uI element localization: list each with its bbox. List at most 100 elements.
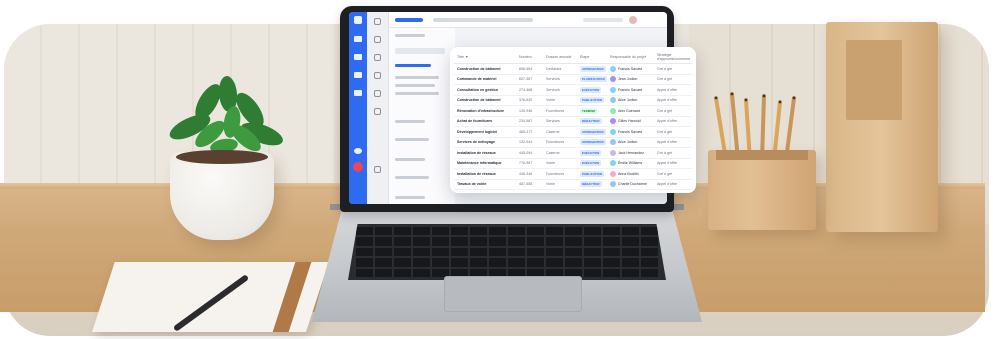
table-row[interactable]: Maintenance informatique 776-987 Voirie EXÉ… [454, 159, 692, 169]
owner-name: Anna Boddin [618, 171, 639, 176]
rail-nav-icon[interactable] [354, 54, 362, 60]
cell-owner: Charlie Ducharme [607, 181, 654, 188]
sidebar-icon[interactable] [374, 90, 381, 97]
cell-owner: Francis Savard [607, 86, 654, 93]
owner-name: Francis Savard [618, 129, 643, 134]
settings-icon[interactable] [354, 148, 362, 154]
keyboard-key [394, 258, 411, 267]
keyboard-key [413, 258, 430, 267]
owner-name: Alice Jodion [618, 140, 638, 145]
status-badge: RÉDACTION [580, 118, 602, 125]
cell-strategy: Appel d'offre [657, 119, 678, 124]
sidebar-icon[interactable] [374, 54, 381, 61]
cell-status: TERMINÉ [577, 107, 607, 114]
keyboard-key [470, 247, 487, 257]
keyboard-key [432, 227, 449, 236]
user-avatar[interactable] [353, 162, 363, 172]
cell-owner: Jean Jodion [607, 76, 654, 83]
panel-item[interactable] [395, 176, 429, 179]
panel-search[interactable] [395, 48, 445, 54]
panel-item[interactable] [395, 196, 425, 199]
pencil-holder-opening [716, 150, 808, 160]
cell-number: 485-377 [519, 129, 533, 134]
avatar [610, 181, 616, 188]
pencil-holder [708, 150, 816, 230]
keyboard-key [622, 227, 639, 236]
panel-item[interactable] [395, 84, 435, 87]
cell-status: PUBLICATION [577, 97, 607, 104]
cell-folder: Fournitures [546, 171, 565, 176]
table-row[interactable]: Travaux de voirie 487-558 Voirie RÉDACTION C… [454, 180, 692, 190]
cell-owner: Francis Savard [607, 65, 654, 72]
keyboard-key [356, 268, 373, 277]
topbar-avatar[interactable] [629, 16, 637, 24]
keyboard-key [622, 237, 639, 246]
table-row[interactable]: Construction de bâtiment 856-564 Déclarant… [454, 64, 692, 75]
table-row[interactable]: Installation de réseaux 445-094 Caserne EXÉ… [454, 148, 692, 159]
cell-owner: Alice Jodion [607, 139, 654, 146]
panel-item[interactable] [395, 92, 439, 95]
panel-item[interactable] [395, 76, 439, 79]
cell-title: Développement logiciel [457, 129, 498, 134]
topbar-search[interactable] [583, 18, 623, 22]
keyboard-key [546, 237, 563, 246]
owner-name: Émilie Williams [618, 161, 643, 166]
cell-number: 376-640 [519, 98, 533, 103]
panel-item[interactable] [395, 138, 429, 141]
keyboard-key [527, 227, 544, 236]
keyboard-key [394, 227, 411, 236]
cell-owner: Anna Boddin [607, 170, 654, 177]
table-row[interactable]: Consultation en gestion 274-468 Services EX… [454, 85, 692, 96]
rail-nav-icon[interactable] [354, 72, 362, 78]
status-badge: EXÉCUTION [580, 86, 602, 93]
sidebar-icon[interactable] [374, 72, 381, 79]
owner-name: Jean Jodion [618, 77, 638, 82]
header-strategy[interactable]: Stratégie d'approvisionnement [654, 53, 692, 61]
avatar [610, 170, 616, 177]
topbar-selector[interactable] [395, 18, 423, 22]
cell-folder: Caserne [546, 150, 560, 155]
table-row[interactable]: Développement logiciel 485-377 Caserne APPR… [454, 127, 692, 138]
plant-soil [176, 150, 268, 164]
rail-nav-icon[interactable] [354, 36, 362, 42]
panel-item[interactable] [395, 158, 425, 161]
keyboard-key [432, 258, 449, 267]
keyboard-key [508, 237, 525, 246]
keyboard-key [375, 247, 392, 257]
header-folder[interactable]: Dossier associé [543, 55, 577, 59]
cell-folder: Voirie [546, 182, 555, 187]
cell-status: RÉDACTION [577, 118, 607, 125]
sidebar-icon[interactable] [374, 36, 381, 43]
avatar [610, 86, 616, 93]
cell-folder: Fournitures [546, 140, 565, 145]
keyboard-key [489, 247, 506, 257]
cell-folder: Caserne [546, 129, 560, 134]
table-row[interactable]: Achat de fournitures 234-987 Services RÉDAC… [454, 117, 692, 127]
header-title[interactable]: Titre ▼ [454, 55, 516, 59]
sidebar-icon[interactable] [374, 18, 381, 25]
app-nav-rail [349, 12, 367, 204]
sidebar-icon[interactable] [374, 108, 381, 115]
table-row[interactable]: Installation de réseaux 446-946 Fourniture… [454, 169, 692, 180]
keyboard-key [622, 268, 639, 277]
header-status[interactable]: Étape [577, 55, 607, 59]
keyboard-key [584, 227, 601, 236]
project-table-card: Titre ▼ Numéro Dossier associé Étape Res… [450, 47, 696, 193]
cell-folder: Services [546, 119, 560, 124]
rail-nav-icon[interactable] [354, 90, 362, 96]
table-row[interactable]: Construction de bâtiment 376-640 Voirie PUB… [454, 96, 692, 106]
table-row[interactable]: Services de nettoyage 132-944 Fournitures A… [454, 138, 692, 148]
sidebar-icon[interactable] [374, 166, 381, 173]
keyboard-key [489, 237, 506, 246]
header-owner[interactable]: Responsable du projet [607, 55, 654, 59]
header-number[interactable]: Numéro [516, 55, 543, 59]
table-row[interactable]: Commande de matériel 657-387 Services PLANI… [454, 75, 692, 85]
panel-item[interactable] [395, 120, 425, 123]
table-row[interactable]: Rénovation d'infrastructure 130-946 Fourni… [454, 106, 692, 117]
panel-item-active[interactable] [395, 64, 431, 67]
keyboard-key [508, 258, 525, 267]
keyboard-key [527, 237, 544, 246]
cell-strategy: Appel d'offre [657, 140, 678, 145]
keyboard-key [584, 258, 601, 267]
keyboard-key [546, 258, 563, 267]
